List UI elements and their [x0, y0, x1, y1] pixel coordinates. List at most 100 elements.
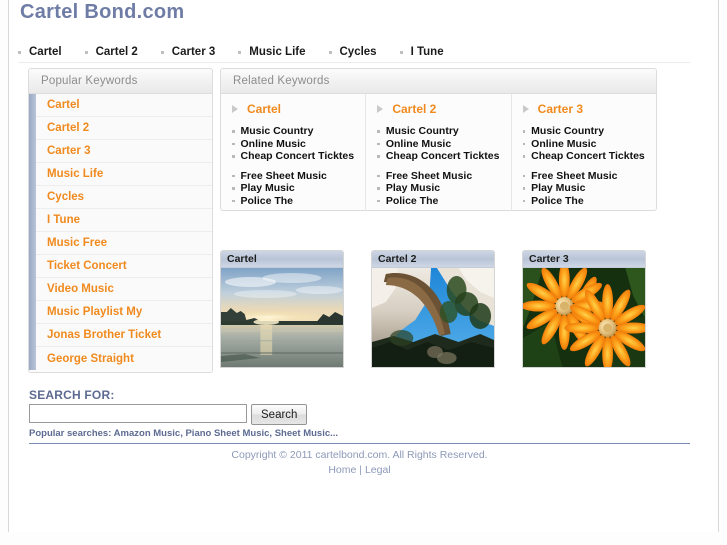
sidebar-item-music-playlist-my[interactable]: Music Playlist My [29, 301, 212, 324]
related-link[interactable]: Cheap Concert Ticktes [386, 150, 500, 162]
accent-bar-icon [29, 347, 36, 370]
related-link[interactable]: Cheap Concert Ticktes [531, 150, 645, 162]
related-group-primary: Music Country Online Music Cheap Concert… [232, 125, 365, 163]
list-item[interactable]: Cheap Concert Ticktes [523, 150, 656, 163]
related-link[interactable]: Cheap Concert Ticktes [241, 150, 355, 162]
list-item[interactable]: Free Sheet Music [232, 170, 365, 183]
sidebar-item-ticket-concert[interactable]: Ticket Concert [29, 255, 212, 278]
nav-item-carter-3[interactable]: Carter 3 [161, 46, 215, 58]
popular-search-link-amazon-music[interactable]: Amazon Music [114, 428, 181, 439]
image-card-cartel-2[interactable]: Cartel 2 [371, 250, 495, 368]
popular-search-link-piano-sheet-music[interactable]: Piano Sheet Music [185, 428, 269, 439]
image-card-cartel[interactable]: Cartel [220, 250, 344, 368]
bullet-icon [232, 200, 235, 203]
sidebar-item-label: Cycles [36, 191, 84, 203]
nav-item-label: Carter 3 [172, 46, 215, 58]
nav-item-cartel-2[interactable]: Cartel 2 [85, 46, 138, 58]
nav-item-cycles[interactable]: Cycles [329, 46, 377, 58]
list-item[interactable]: Cheap Concert Ticktes [232, 150, 365, 163]
bullet-icon [523, 200, 526, 203]
accent-bar-icon [29, 117, 36, 140]
sidebar-item-video-music[interactable]: Video Music [29, 278, 212, 301]
footer-divider [29, 443, 690, 444]
bullet-icon [377, 175, 380, 178]
sidebar-item-carter-3[interactable]: Carter 3 [29, 140, 212, 163]
list-item[interactable]: Police The [232, 195, 365, 208]
bullet-icon [523, 155, 526, 158]
list-item[interactable]: Play Music [232, 182, 365, 195]
image-card-carter-3[interactable]: Carter 3 [522, 250, 646, 368]
sidebar-item-cartel-2[interactable]: Cartel 2 [29, 117, 212, 140]
list-item[interactable]: Music Country [523, 125, 656, 138]
image-card-header: Cartel 2 [372, 251, 494, 268]
related-group-primary: Music Country Online Music Cheap Concert… [377, 125, 510, 163]
sidebar-item-music-free[interactable]: Music Free [29, 232, 212, 255]
related-link[interactable]: Play Music [386, 182, 440, 194]
accent-bar-icon [29, 324, 36, 347]
list-item[interactable]: Police The [377, 195, 510, 208]
nav-item-music-life[interactable]: Music Life [238, 46, 305, 58]
related-link[interactable]: Free Sheet Music [241, 170, 327, 182]
related-column-header[interactable]: Cartel [232, 102, 365, 116]
bullet-icon [400, 51, 403, 54]
nav-item-cartel[interactable]: Cartel [18, 46, 62, 58]
bullet-icon [329, 51, 332, 54]
list-item[interactable]: Free Sheet Music [377, 170, 510, 183]
page-root: Cartel Bond.com Cartel Cartel 2 Carter 3… [0, 0, 727, 545]
sidebar-item-george-straight[interactable]: George Straight [29, 347, 212, 370]
related-link[interactable]: Police The [386, 195, 439, 207]
bullet-icon [523, 175, 526, 178]
sidebar-item-cycles[interactable]: Cycles [29, 186, 212, 209]
top-navigation: Cartel Cartel 2 Carter 3 Music Life Cycl… [18, 42, 690, 62]
related-column-header[interactable]: Cartel 2 [377, 102, 510, 116]
popular-search-link-sheet-music[interactable]: Sheet Music... [275, 428, 338, 439]
related-link[interactable]: Police The [241, 195, 294, 207]
sidebar-item-music-life[interactable]: Music Life [29, 163, 212, 186]
accent-bar-icon [29, 232, 36, 255]
related-link[interactable]: Play Music [241, 182, 295, 194]
related-link[interactable]: Music Country [531, 125, 604, 137]
image-card-header: Cartel [221, 251, 343, 268]
related-link[interactable]: Free Sheet Music [531, 170, 617, 182]
bullet-icon [232, 155, 235, 158]
sidebar-item-cartel[interactable]: Cartel [29, 94, 212, 117]
related-link[interactable]: Online Music [386, 138, 451, 150]
related-link[interactable]: Free Sheet Music [386, 170, 472, 182]
list-item[interactable]: Police The [523, 195, 656, 208]
related-link[interactable]: Play Music [531, 182, 585, 194]
comma-separator: , [269, 428, 272, 439]
related-column-cartel-2: Cartel 2 Music Country Online Music Chea… [366, 94, 511, 211]
related-column-cartel: Cartel Music Country Online Music Cheap … [221, 94, 366, 211]
list-item[interactable]: Music Country [232, 125, 365, 138]
list-item[interactable]: Online Music [377, 138, 510, 151]
search-input[interactable] [29, 404, 247, 423]
list-item[interactable]: Play Music [377, 182, 510, 195]
related-link[interactable]: Music Country [386, 125, 459, 137]
sidebar-item-label: George Straight [36, 353, 134, 365]
popular-keywords-header: Popular Keywords [29, 69, 212, 94]
search-button[interactable]: Search [251, 404, 307, 425]
sidebar-item-jonas-brother-ticket[interactable]: Jonas Brother Ticket [29, 324, 212, 347]
footer: Copyright © 2011 cartelbond.com. All Rig… [29, 448, 690, 478]
related-link[interactable]: Police The [531, 195, 584, 207]
list-item[interactable]: Online Music [523, 138, 656, 151]
list-item[interactable]: Free Sheet Music [523, 170, 656, 183]
list-item[interactable]: Music Country [377, 125, 510, 138]
list-item[interactable]: Play Music [523, 182, 656, 195]
site-title[interactable]: Cartel Bond.com [20, 1, 185, 24]
related-column-title: Cartel [247, 102, 281, 116]
sidebar-item-label: Cartel [36, 99, 80, 111]
nav-item-i-tune[interactable]: I Tune [400, 46, 444, 58]
related-link[interactable]: Online Music [531, 138, 596, 150]
list-item[interactable]: Cheap Concert Ticktes [377, 150, 510, 163]
popular-keywords-panel: Popular Keywords Cartel Cartel 2 Carter … [28, 68, 213, 373]
related-link[interactable]: Online Music [241, 138, 306, 150]
list-item[interactable]: Online Music [232, 138, 365, 151]
footer-link-home[interactable]: Home [328, 464, 356, 476]
related-link[interactable]: Music Country [241, 125, 314, 137]
bullet-icon [377, 187, 380, 190]
footer-link-legal[interactable]: Legal [365, 464, 391, 476]
related-column-header[interactable]: Carter 3 [523, 102, 656, 116]
sidebar-item-label: Music Free [36, 237, 107, 249]
sidebar-item-i-tune[interactable]: I Tune [29, 209, 212, 232]
